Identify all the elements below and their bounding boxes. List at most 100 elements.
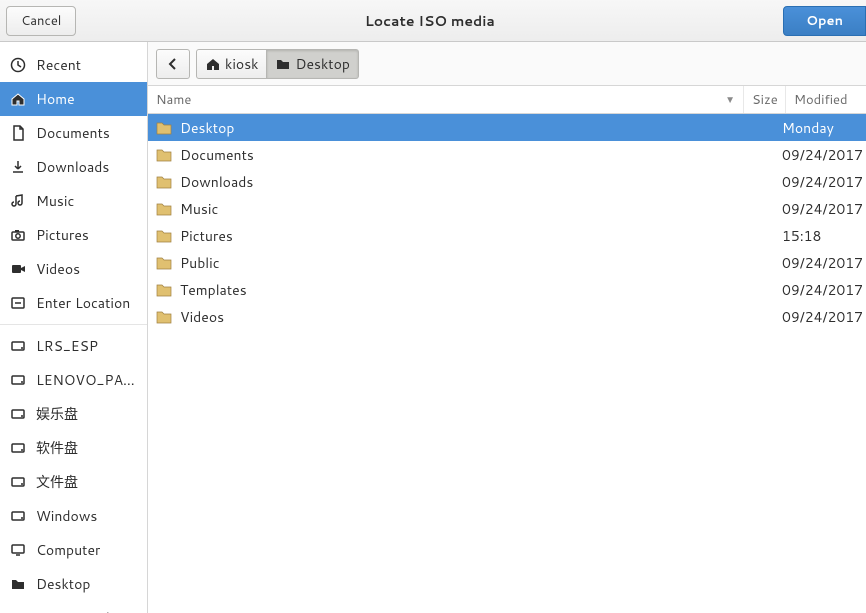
file-modified: 09/24/2017 (782, 145, 862, 165)
sidebar-item-home[interactable]: Home (0, 82, 147, 116)
sort-indicator-icon: ▼ (725, 93, 735, 107)
drive-icon (10, 474, 26, 490)
sidebar-item-软件盘[interactable]: 软件盘 (0, 431, 147, 465)
open-button[interactable]: Open (783, 6, 866, 36)
sidebar-item-label: LRS_ESP (36, 336, 98, 356)
folder-icon (156, 255, 172, 271)
file-modified: Monday (782, 118, 862, 138)
sidebar-item-label: Windows (36, 506, 97, 526)
folder-icon (156, 147, 172, 163)
pathbar: kiosk Desktop (148, 42, 866, 86)
column-size[interactable]: Size (744, 86, 786, 113)
file-modified: 09/24/2017 (782, 253, 862, 273)
folder-icon (275, 56, 291, 72)
music-icon (10, 193, 26, 209)
file-name: Videos (180, 307, 740, 327)
folder-icon (156, 120, 172, 136)
home-icon (10, 91, 26, 107)
dialog-title: Locate ISO media (76, 11, 783, 31)
column-headers: Name ▼ Size Modified (148, 86, 866, 114)
sidebar-item-label: Pictures (36, 225, 89, 245)
location-icon (10, 295, 26, 311)
sidebar-item-文件盘[interactable]: 文件盘 (0, 465, 147, 499)
file-row[interactable]: Public 09/24/2017 (148, 249, 866, 276)
sidebar-item-music[interactable]: Music (0, 184, 147, 218)
drive-icon (10, 440, 26, 456)
sidebar-item-label: Home (36, 89, 75, 109)
video-icon (10, 261, 26, 277)
drive-icon (10, 406, 26, 422)
folder-icon (156, 201, 172, 217)
camera-icon (10, 227, 26, 243)
column-modified[interactable]: Modified (786, 86, 866, 113)
drive-icon (10, 508, 26, 524)
sidebar-item-label: Documents (36, 123, 110, 143)
file-name: Templates (180, 280, 740, 300)
file-name: Music (180, 199, 740, 219)
sidebar-item-lenovo_part[interactable]: LENOVO_PART (0, 363, 147, 397)
back-button[interactable] (156, 49, 190, 79)
titlebar: Cancel Locate ISO media Open (0, 0, 866, 42)
column-name-label: Name (156, 91, 191, 109)
sidebar-item-recent[interactable]: Recent (0, 48, 147, 82)
file-row[interactable]: Downloads 09/24/2017 (148, 168, 866, 195)
computer-icon (10, 542, 26, 558)
folder-icon (10, 576, 26, 592)
sidebar-item-documents[interactable]: Documents (0, 116, 147, 150)
file-row[interactable]: Templates 09/24/2017 (148, 276, 866, 303)
folder-icon (156, 309, 172, 325)
drive-icon (10, 338, 26, 354)
sidebar-item-label: Music (36, 191, 74, 211)
doc-icon (10, 125, 26, 141)
file-modified: 09/24/2017 (782, 199, 862, 219)
sidebar-item-label: Enter Location (36, 293, 130, 313)
sidebar-item-downloads[interactable]: Downloads (0, 150, 147, 184)
sidebar-item-pictures[interactable]: Pictures (0, 218, 147, 252)
download-icon (10, 159, 26, 175)
file-modified: 15:18 (782, 226, 862, 246)
file-name: Downloads (180, 172, 740, 192)
sidebar-item-label: System Volu (36, 608, 118, 613)
path-crumb-kiosk[interactable]: kiosk (196, 49, 267, 79)
file-name: Pictures (180, 226, 740, 246)
file-name: Documents (180, 145, 740, 165)
home-icon (205, 56, 221, 72)
file-modified: 09/24/2017 (782, 280, 862, 300)
sidebar-item-label: Recent (36, 55, 81, 75)
sidebar-item-videos[interactable]: Videos (0, 252, 147, 286)
sidebar-item-label: LENOVO_PART (36, 370, 137, 390)
file-row[interactable]: Music 09/24/2017 (148, 195, 866, 222)
cancel-button[interactable]: Cancel (6, 6, 76, 36)
path-crumb-label: Desktop (295, 54, 349, 74)
sidebar-item-windows[interactable]: Windows (0, 499, 147, 533)
sidebar-item-label: 娱乐盘 (36, 404, 78, 424)
column-name[interactable]: Name ▼ (148, 86, 744, 113)
file-row[interactable]: Pictures 15:18 (148, 222, 866, 249)
folder-icon (156, 228, 172, 244)
chevron-left-icon (165, 56, 181, 72)
sidebar-item-label: Downloads (36, 157, 109, 177)
file-modified: 09/24/2017 (782, 172, 862, 192)
sidebar-item-label: Computer (36, 540, 100, 560)
sidebar-item-enter-location[interactable]: Enter Location (0, 286, 147, 320)
file-row[interactable]: Documents 09/24/2017 (148, 141, 866, 168)
places-sidebar: Recent Home Documents Downloads Music Picture… (0, 42, 148, 613)
clock-icon (10, 57, 26, 73)
sidebar-item-lrs_esp[interactable]: LRS_ESP (0, 329, 147, 363)
sidebar-item-娱乐盘[interactable]: 娱乐盘 (0, 397, 147, 431)
path-crumb-desktop[interactable]: Desktop (266, 49, 358, 79)
file-modified: 09/24/2017 (782, 307, 862, 327)
main-panel: kiosk Desktop Name ▼ Size Modified Deskto… (148, 42, 866, 613)
sidebar-item-desktop[interactable]: Desktop (0, 567, 147, 601)
sidebar-item-computer[interactable]: Computer (0, 533, 147, 567)
sidebar-item-system-volu[interactable]: System Volu (0, 601, 147, 613)
file-name: Desktop (180, 118, 740, 138)
sidebar-item-label: 软件盘 (36, 438, 78, 458)
folder-icon (156, 174, 172, 190)
file-name: Public (180, 253, 740, 273)
drive-icon (10, 372, 26, 388)
path-crumb-label: kiosk (225, 54, 258, 74)
sidebar-item-label: Desktop (36, 574, 90, 594)
file-row[interactable]: Desktop Monday (148, 114, 866, 141)
file-row[interactable]: Videos 09/24/2017 (148, 303, 866, 330)
